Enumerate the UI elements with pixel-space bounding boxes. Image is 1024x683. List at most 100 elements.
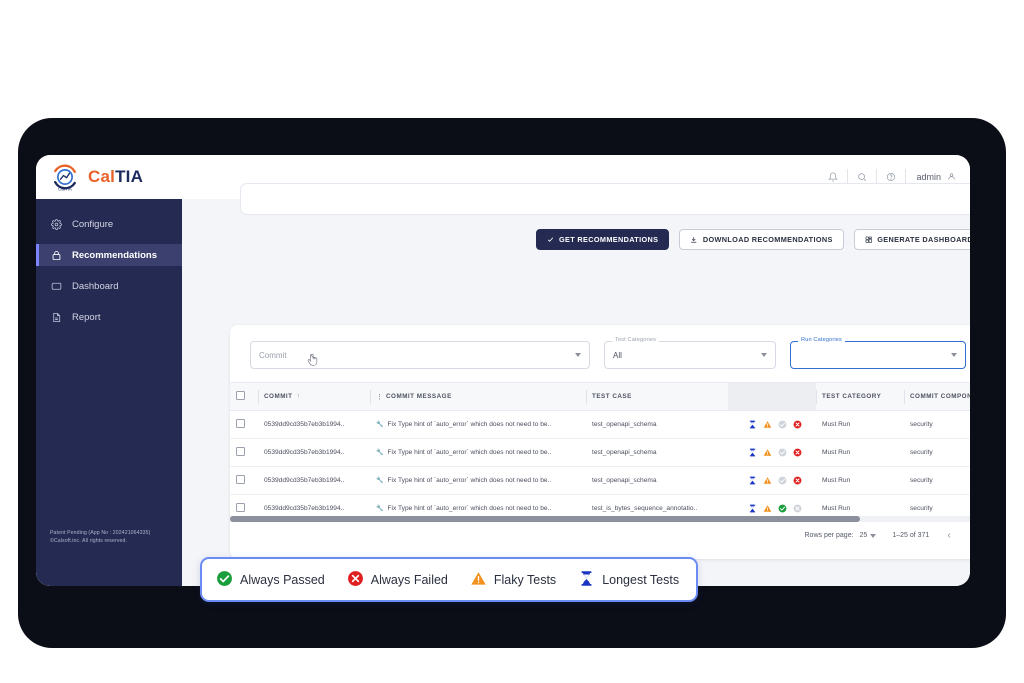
top-partial-card [240, 183, 970, 215]
download-recommendations-label: DOWNLOAD RECOMMENDATIONS [702, 235, 833, 244]
hourglass-icon [578, 570, 595, 590]
cell-status [728, 438, 816, 467]
check-green-icon [216, 570, 233, 590]
row-select-cell[interactable] [230, 466, 258, 495]
rows-per-page[interactable]: Rows per page: 25 [805, 532, 877, 539]
warning-icon[interactable] [763, 476, 772, 485]
get-recommendations-button[interactable]: GET RECOMMENDATIONS [536, 229, 670, 250]
pagination-range: 1–25 of 371 [892, 532, 930, 539]
cell-commit: 0539dd9cd35b7eb3b1994.. [258, 438, 370, 467]
header-commit-component[interactable]: COMMIT COMPONENT [904, 382, 970, 411]
cell-commit-component: security [904, 410, 970, 439]
document-icon [50, 311, 63, 324]
filter-row: Commit Test Categories All Run Categorie… [250, 337, 970, 369]
hourglass-icon[interactable] [748, 448, 757, 457]
test-categories-label: Test Categories [612, 337, 660, 343]
select-all-checkbox[interactable] [236, 391, 245, 400]
cross-red-icon[interactable] [793, 448, 802, 457]
column-divider [816, 390, 817, 404]
header-test-case[interactable]: TEST CASE [586, 382, 728, 411]
download-recommendations-button[interactable]: DOWNLOAD RECOMMENDATIONS [679, 229, 844, 250]
chevron-right-icon[interactable]: › [969, 530, 970, 541]
screenshot-root: CalTIA CalTIA admin Configure Recommenda… [0, 0, 1024, 683]
warning-icon[interactable] [763, 504, 772, 513]
commit-filter[interactable]: Commit [250, 341, 590, 369]
warning-icon[interactable] [763, 448, 772, 457]
warning-icon[interactable] [763, 420, 772, 429]
header-commit-message[interactable]: ⋮ COMMIT MESSAGE [370, 382, 586, 411]
test-categories-filter[interactable]: Test Categories All [604, 337, 776, 369]
legend-item-longest-tests: Longest Tests [578, 570, 679, 590]
rows-per-page-label: Rows per page: [804, 532, 854, 539]
cell-commit-component: security [904, 438, 970, 467]
pagination: Rows per page: 25 1–25 of 371 ‹ › [805, 530, 971, 541]
sort-ascending-icon[interactable]: ↑ [297, 393, 301, 400]
get-recommendations-label: GET RECOMMENDATIONS [559, 235, 659, 244]
sidebar-item-configure[interactable]: Configure [36, 213, 182, 235]
sidebar-item-report[interactable]: Report [36, 306, 182, 328]
app-logo[interactable]: CalTIA CalTIA [36, 162, 143, 192]
person-icon [947, 172, 956, 183]
check-grey-icon[interactable] [778, 420, 787, 429]
row-checkbox[interactable] [236, 475, 245, 484]
row-checkbox[interactable] [236, 503, 245, 512]
check-grey-icon[interactable] [778, 476, 787, 485]
legend-label: Flaky Tests [493, 572, 557, 587]
header-commit[interactable]: COMMIT ↑ [258, 382, 370, 411]
header-commit-label: COMMIT [264, 393, 293, 400]
sidebar-item-label: Report [72, 311, 101, 323]
scrollbar-thumb[interactable] [230, 516, 860, 522]
table-body: 0539dd9cd35b7eb3b1994.. 🔧 Fix Type hint of… [230, 410, 970, 522]
run-categories-filter[interactable]: Run Categories [790, 337, 966, 369]
monitor-icon [50, 280, 63, 293]
action-button-row: GET RECOMMENDATIONS DOWNLOAD RECOMMENDAT… [240, 229, 970, 250]
hourglass-icon[interactable] [748, 420, 757, 429]
cell-commit-message: 🔧 Fix Type hint of `auto_error` which doe… [370, 438, 586, 467]
table-header-row: COMMIT ↑ ⋮ COMMIT MESSAGE TEST CASE TEST… [230, 382, 970, 411]
lock-icon [50, 249, 63, 262]
row-checkbox[interactable] [236, 447, 245, 456]
row-checkbox[interactable] [236, 419, 245, 428]
header-test-category[interactable]: TEST CATEGORY [816, 382, 904, 411]
sidebar-item-label: Recommendations [72, 249, 157, 261]
hourglass-icon[interactable] [748, 476, 757, 485]
generate-dashboard-button[interactable]: GENERATE DASHBOARD [853, 229, 970, 250]
table-row[interactable]: 0539dd9cd35b7eb3b1994.. 🔧 Fix Type hint of… [230, 410, 970, 439]
table-row[interactable]: 0539dd9cd35b7eb3b1994.. 🔧 Fix Type hint of… [230, 438, 970, 467]
wrench-icon: 🔧 [376, 450, 384, 456]
wrench-icon: 🔧 [376, 506, 384, 512]
rows-per-page-select[interactable]: 25 [860, 532, 877, 539]
cross-red-icon[interactable] [793, 476, 802, 485]
recommendations-panel: Commit Test Categories All Run Categorie… [230, 325, 970, 559]
header-status [728, 382, 816, 411]
check-green-icon[interactable] [778, 504, 787, 513]
cross-grey-icon[interactable] [793, 504, 802, 513]
chevron-down-icon [951, 353, 957, 357]
table-row[interactable]: 0539dd9cd35b7eb3b1994.. 🔧 Fix Type hint of… [230, 466, 970, 495]
horizontal-scrollbar[interactable] [230, 516, 970, 522]
sidebar-footer: Patent Pending (App No : 202421064335) ©… [50, 529, 150, 546]
svg-text:CalTIA: CalTIA [58, 187, 72, 192]
recommendations-table: COMMIT ↑ ⋮ COMMIT MESSAGE TEST CASE TEST… [230, 382, 970, 522]
more-vertical-icon[interactable]: ⋮ [376, 393, 383, 401]
test-categories-value: All [613, 350, 622, 360]
cell-test-category: Must Run [816, 438, 904, 467]
logo-text-cal: Cal [88, 167, 116, 186]
warning-icon [470, 570, 487, 590]
row-select-cell[interactable] [230, 438, 258, 467]
cross-red-icon[interactable] [793, 420, 802, 429]
select-all-header[interactable] [230, 382, 258, 411]
app-window: CalTIA CalTIA admin Configure Recommenda… [36, 155, 970, 586]
sidebar-item-recommendations[interactable]: Recommendations [36, 244, 182, 266]
cell-commit-message: 🔧 Fix Type hint of `auto_error` which doe… [370, 466, 586, 495]
chevron-left-icon[interactable]: ‹ [945, 530, 952, 541]
hourglass-icon[interactable] [748, 504, 757, 513]
sidebar-item-dashboard[interactable]: Dashboard [36, 275, 182, 297]
user-menu[interactable]: admin [906, 172, 956, 183]
row-select-cell[interactable] [230, 410, 258, 439]
cell-status [728, 466, 816, 495]
gear-icon [50, 218, 63, 231]
wrench-icon: 🔧 [376, 422, 384, 428]
chevron-down-icon [870, 533, 877, 538]
check-grey-icon[interactable] [778, 448, 787, 457]
